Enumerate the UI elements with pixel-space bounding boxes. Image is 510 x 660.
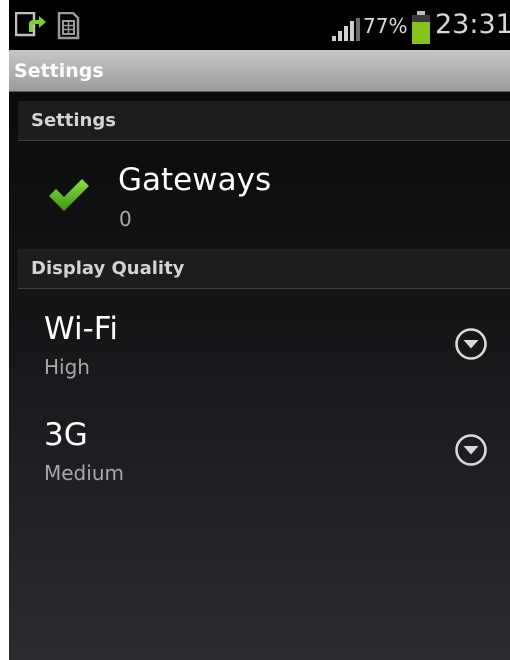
section-header-label: Settings (31, 110, 116, 131)
title-bar: Settings (9, 50, 510, 92)
preferences-list: Settings Gateways 0 Display Quality Wi-F… (9, 92, 510, 660)
preference-wifi[interactable]: Wi-Fi High (9, 289, 510, 395)
battery-icon (412, 11, 430, 44)
status-bar: 77% 23:31 (9, 0, 510, 50)
preference-summary: High (44, 355, 90, 379)
preference-summary: 0 (119, 207, 132, 231)
dropdown-arrow-icon[interactable] (454, 327, 488, 361)
signal-strength-icon (332, 18, 360, 41)
preference-summary: Medium (44, 461, 124, 485)
section-header-settings: Settings (18, 101, 510, 141)
battery-percent: 77% (363, 14, 408, 38)
screen-share-icon (15, 12, 46, 37)
section-header-display-quality: Display Quality (18, 249, 510, 289)
preference-3g[interactable]: 3G Medium (9, 395, 510, 501)
page-title: Settings (14, 60, 104, 82)
checkmark-icon (49, 179, 89, 211)
sim-card-icon (57, 12, 80, 40)
clock: 23:31 (435, 9, 510, 40)
dropdown-arrow-icon[interactable] (454, 433, 488, 467)
device-screen: 77% 23:31 Settings Settings Gateways 0 D… (9, 0, 510, 660)
preference-title: Gateways (118, 162, 272, 198)
section-header-label: Display Quality (31, 258, 185, 279)
preference-title: 3G (44, 417, 88, 453)
preference-gateways[interactable]: Gateways 0 (9, 141, 510, 249)
preference-title: Wi-Fi (44, 311, 118, 347)
